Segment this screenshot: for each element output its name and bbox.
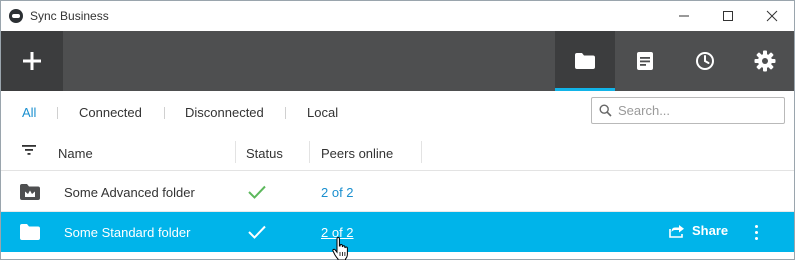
minimize-icon (679, 15, 689, 17)
filter-sort-icon[interactable] (22, 144, 36, 156)
folders-view-button[interactable] (555, 31, 615, 91)
table-row-selected[interactable]: Some Standard folder 2 of 2 Share (1, 212, 794, 252)
divider (57, 107, 58, 119)
gear-icon (754, 50, 776, 72)
peers-online-link[interactable]: 2 of 2 (321, 185, 354, 200)
more-options-icon (755, 225, 758, 228)
search-icon (599, 104, 612, 117)
share-icon (669, 225, 684, 238)
more-options-icon-dot (755, 231, 758, 234)
divider (164, 107, 165, 119)
app-logo-icon (9, 9, 23, 23)
history-log-button[interactable] (615, 31, 675, 91)
share-button[interactable]: Share (669, 223, 728, 238)
column-divider (421, 141, 422, 163)
app-window: Sync Business All Connected Disconnected… (0, 0, 795, 260)
folder-name: Some Advanced folder (64, 185, 195, 200)
plus-icon (23, 52, 41, 70)
more-options-button[interactable] (749, 222, 765, 242)
status-check-icon (248, 225, 266, 239)
settings-button[interactable] (735, 31, 795, 91)
column-divider (235, 141, 236, 163)
transfers-button[interactable] (675, 31, 735, 91)
advanced-folder-icon (20, 184, 40, 200)
more-options-icon-dot (755, 237, 758, 240)
folder-name: Some Standard folder (64, 225, 191, 240)
filter-bar: All Connected Disconnected Local (1, 91, 794, 135)
filter-tab-local[interactable]: Local (307, 105, 338, 120)
filter-tab-disconnected[interactable]: Disconnected (185, 105, 264, 120)
share-label: Share (692, 223, 729, 238)
window-title: Sync Business (30, 9, 109, 23)
main-toolbar (1, 31, 794, 91)
table-header: Name Status Peers online (1, 135, 794, 171)
status-check-icon (248, 185, 266, 199)
column-divider (309, 141, 310, 163)
folder-icon (20, 224, 40, 240)
folder-icon (575, 53, 595, 69)
close-icon (766, 10, 778, 22)
column-header-name[interactable]: Name (58, 146, 93, 161)
filter-tab-all[interactable]: All (22, 105, 36, 120)
divider (285, 107, 286, 119)
document-icon (637, 52, 653, 70)
search-box (591, 97, 785, 124)
title-bar: Sync Business (1, 1, 794, 31)
search-input[interactable] (618, 101, 778, 120)
column-header-peers-online[interactable]: Peers online (321, 146, 393, 161)
add-folder-button[interactable] (1, 31, 63, 91)
filter-tab-connected[interactable]: Connected (79, 105, 142, 120)
column-header-status[interactable]: Status (246, 146, 283, 161)
close-button[interactable] (749, 1, 795, 31)
table-row[interactable]: Some Advanced folder 2 of 2 (1, 172, 794, 212)
clock-icon (696, 52, 714, 70)
hand-cursor-icon (332, 237, 348, 260)
minimize-button[interactable] (661, 1, 707, 31)
maximize-icon (723, 11, 733, 21)
maximize-button[interactable] (705, 1, 751, 31)
